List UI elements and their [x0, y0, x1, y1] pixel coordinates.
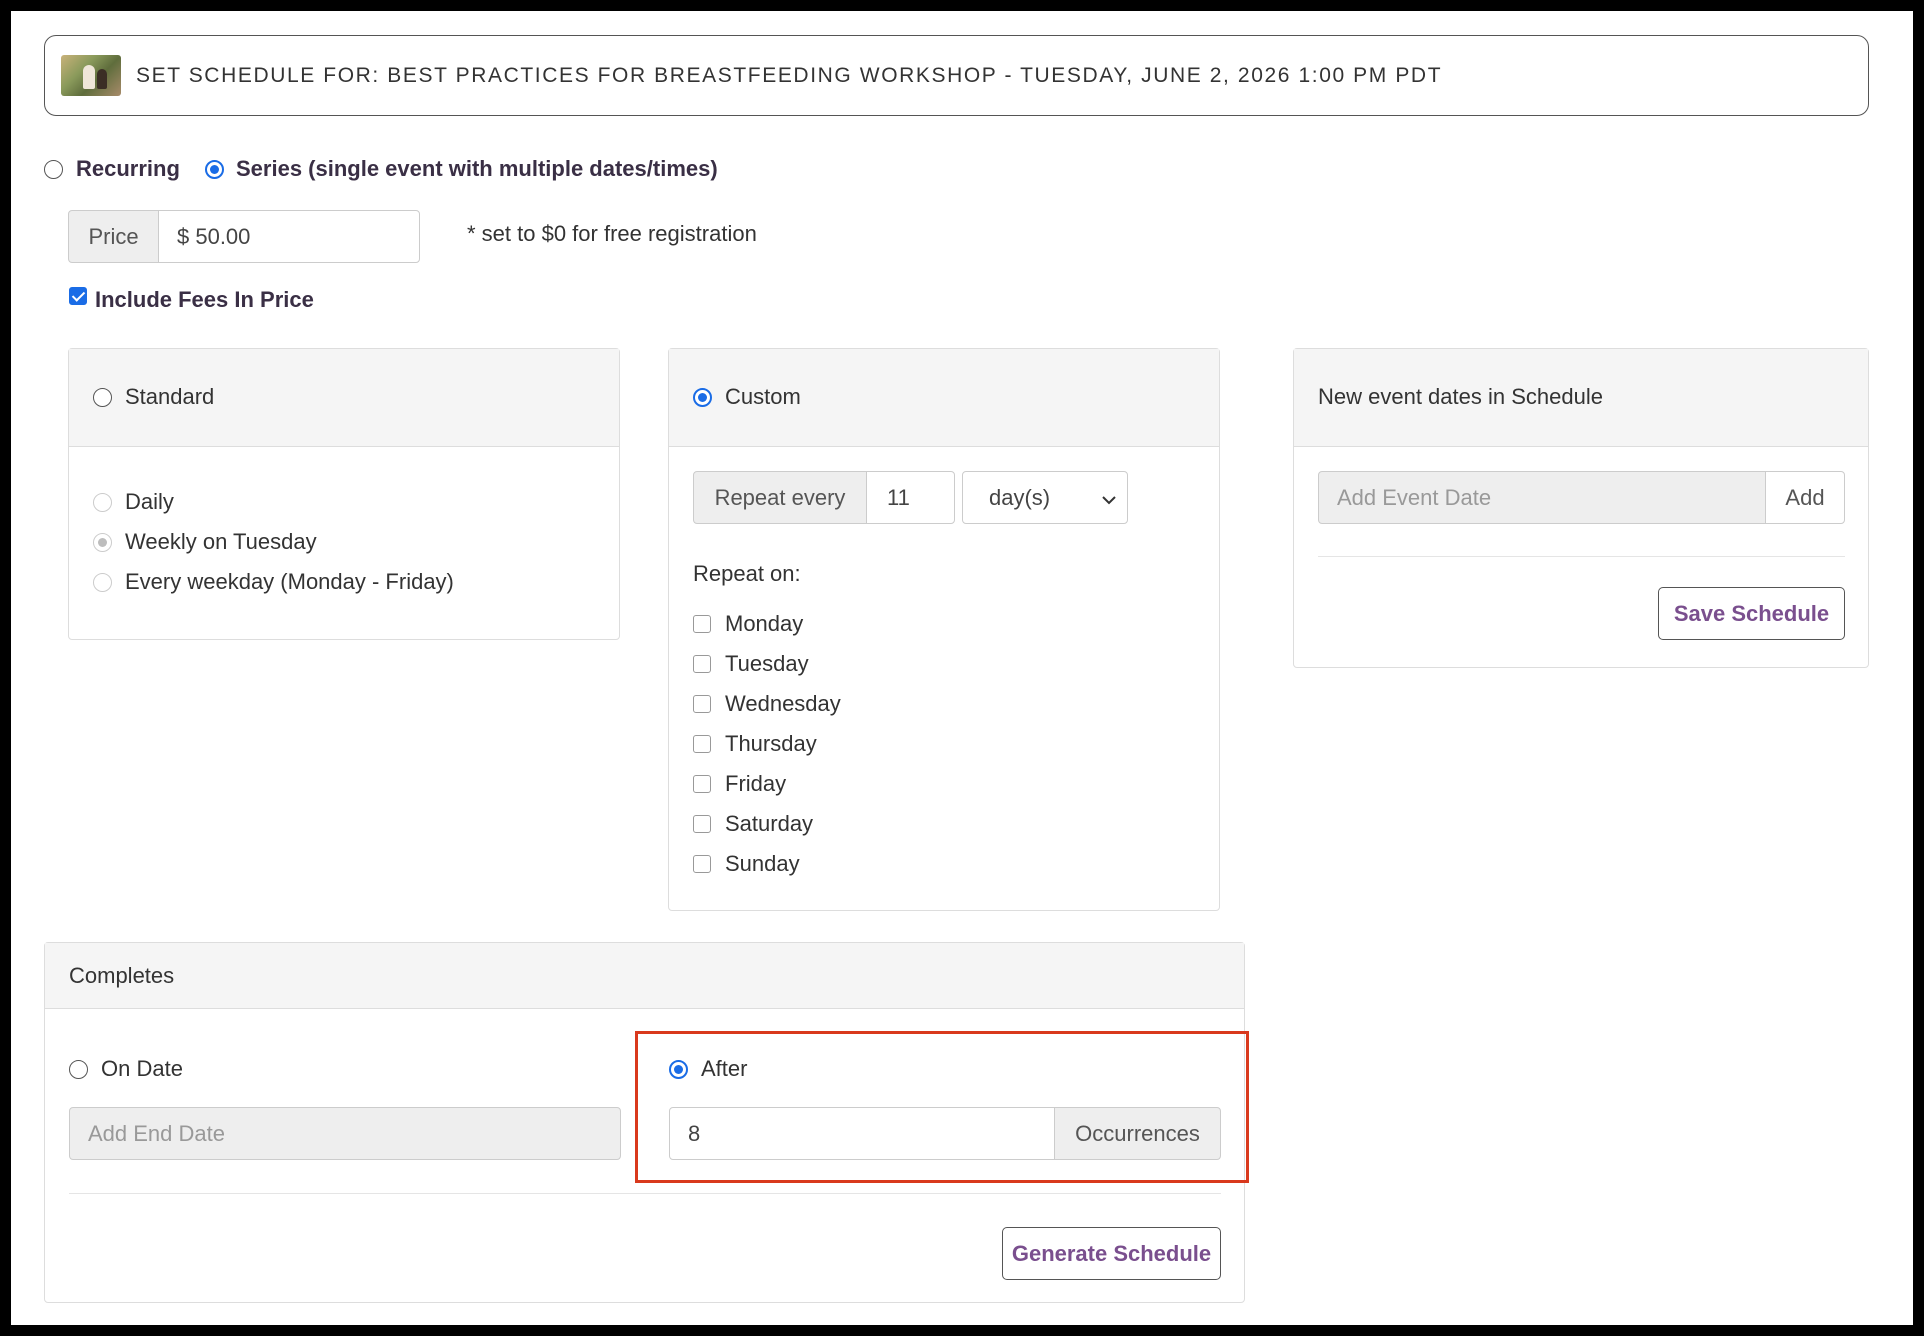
standard-panel: Standard Daily Weekly on Tuesday Every w… [68, 348, 620, 640]
new-dates-title: New event dates in Schedule [1318, 384, 1603, 409]
daily-radio[interactable] [93, 493, 112, 512]
custom-panel: Custom Repeat every 11 day(s) Repeat on:… [668, 348, 1220, 911]
custom-label[interactable]: Custom [725, 384, 801, 410]
include-fees-label[interactable]: Include Fees In Price [95, 287, 314, 313]
save-schedule-button[interactable]: Save Schedule [1658, 587, 1845, 640]
include-fees-checkbox[interactable] [69, 287, 87, 305]
thursday-label[interactable]: Thursday [725, 731, 817, 757]
end-date-input[interactable]: Add End Date [69, 1107, 621, 1160]
sunday-checkbox[interactable] [693, 855, 711, 873]
completes-panel-header: Completes [45, 943, 1244, 1009]
friday-checkbox[interactable] [693, 775, 711, 793]
on-date-radio[interactable] [69, 1060, 88, 1079]
series-label[interactable]: Series (single event with multiple dates… [236, 156, 718, 182]
recurring-label[interactable]: Recurring [76, 156, 180, 182]
recurring-radio[interactable] [44, 160, 63, 179]
repeat-unit-select[interactable]: day(s) [962, 471, 1128, 524]
price-input[interactable]: $ 50.00 [158, 210, 420, 263]
monday-label[interactable]: Monday [725, 611, 803, 637]
custom-radio[interactable] [693, 388, 712, 407]
divider [69, 1193, 1221, 1194]
highlight-box [635, 1031, 1249, 1183]
friday-label[interactable]: Friday [725, 771, 786, 797]
weekly-label[interactable]: Weekly on Tuesday [125, 529, 317, 555]
add-event-date-input[interactable]: Add Event Date [1318, 471, 1766, 524]
standard-panel-header: Standard [69, 349, 619, 447]
add-date-button[interactable]: Add [1765, 471, 1845, 524]
repeat-every-addon: Repeat every [693, 471, 867, 524]
tuesday-label[interactable]: Tuesday [725, 651, 809, 677]
wednesday-label[interactable]: Wednesday [725, 691, 841, 717]
generate-schedule-button[interactable]: Generate Schedule [1002, 1227, 1221, 1280]
sunday-label[interactable]: Sunday [725, 851, 800, 877]
weekly-radio[interactable] [93, 533, 112, 552]
weekday-radio[interactable] [93, 573, 112, 592]
new-dates-panel-header: New event dates in Schedule [1294, 349, 1868, 447]
schedule-title-bar: SET SCHEDULE FOR: BEST PRACTICES FOR BRE… [44, 35, 1869, 116]
chevron-down-icon [1101, 488, 1117, 505]
page-title: SET SCHEDULE FOR: BEST PRACTICES FOR BRE… [136, 64, 1443, 87]
repeat-unit-value: day(s) [989, 484, 1051, 510]
daily-label[interactable]: Daily [125, 489, 174, 515]
repeat-every-input[interactable]: 11 [866, 471, 955, 524]
repeat-on-label: Repeat on: [693, 561, 801, 586]
monday-checkbox[interactable] [693, 615, 711, 633]
weekday-label[interactable]: Every weekday (Monday - Friday) [125, 569, 454, 595]
divider [1318, 556, 1845, 557]
saturday-label[interactable]: Saturday [725, 811, 813, 837]
wednesday-checkbox[interactable] [693, 695, 711, 713]
new-dates-panel: New event dates in Schedule Add Event Da… [1293, 348, 1869, 668]
standard-label[interactable]: Standard [125, 384, 214, 410]
on-date-label[interactable]: On Date [101, 1056, 183, 1082]
price-hint: * set to $0 for free registration [467, 221, 757, 246]
custom-panel-header: Custom [669, 349, 1219, 447]
tuesday-checkbox[interactable] [693, 655, 711, 673]
completes-title: Completes [69, 963, 175, 988]
standard-radio[interactable] [93, 388, 112, 407]
schedule-page: SET SCHEDULE FOR: BEST PRACTICES FOR BRE… [11, 11, 1913, 1325]
thursday-checkbox[interactable] [693, 735, 711, 753]
saturday-checkbox[interactable] [693, 815, 711, 833]
series-radio[interactable] [205, 160, 224, 179]
event-thumbnail [61, 55, 121, 96]
price-addon: Price [68, 210, 159, 263]
